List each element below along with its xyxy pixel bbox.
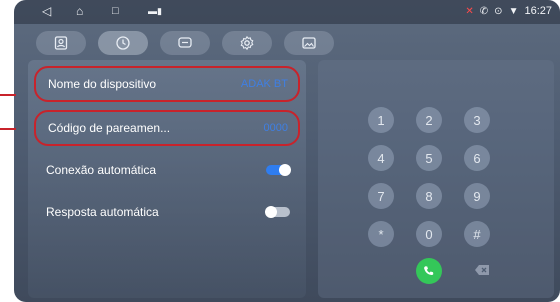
home-nav-icon[interactable]: ⌂	[76, 4, 83, 18]
key-0[interactable]: 0	[416, 221, 442, 247]
tab-settings[interactable]	[222, 31, 272, 55]
clock-icon	[116, 36, 130, 50]
back-nav-icon[interactable]: ◁	[42, 4, 51, 18]
image-icon	[302, 37, 316, 49]
chat-icon	[178, 37, 192, 48]
car-screen: ◁ ⌂ □ ▬▮ ✕ ✆ ⊙ ▼ 16:27 Nome do dispositi…	[14, 0, 560, 302]
key-9[interactable]: 9	[464, 183, 490, 209]
key-star[interactable]: *	[368, 221, 394, 247]
auto-answer-label: Resposta automática	[46, 205, 159, 219]
key-2[interactable]: 2	[416, 107, 442, 133]
location-icon: ⊙	[494, 5, 503, 17]
auto-answer-row[interactable]: Resposta automática	[34, 194, 300, 230]
auto-connect-toggle[interactable]	[266, 164, 291, 176]
notification-icon: ▬▮	[148, 6, 162, 16]
key-3[interactable]: 3	[464, 107, 490, 133]
device-name-row[interactable]: Nome do dispositivo ADAK BT	[34, 66, 300, 102]
tab-recent-calls[interactable]	[98, 31, 148, 55]
status-bar: ◁ ⌂ □ ▬▮ ✕ ✆ ⊙ ▼ 16:27	[14, 0, 560, 24]
contacts-icon	[54, 36, 68, 50]
toggle-knob	[279, 164, 291, 176]
device-name-value[interactable]: ADAK BT	[241, 78, 288, 90]
phone-status-icon: ✆	[479, 5, 489, 17]
key-5[interactable]: 5	[416, 145, 442, 171]
key-1[interactable]: 1	[368, 107, 394, 133]
gear-icon	[240, 35, 254, 51]
wifi-icon: ▼	[508, 5, 519, 17]
toggle-knob	[265, 206, 277, 218]
phone-icon	[424, 266, 434, 275]
pairing-code-row[interactable]: Código de pareamen... 0000	[34, 110, 300, 146]
clock-time: 16:27	[524, 5, 552, 17]
key-6[interactable]: 6	[464, 145, 490, 171]
pairing-code-value[interactable]: 0000	[264, 122, 288, 134]
key-8[interactable]: 8	[416, 183, 442, 209]
callout-pointer-pairing-code	[0, 128, 16, 130]
key-hash[interactable]: #	[464, 221, 490, 247]
status-indicators: ✕ ✆ ⊙ ▼ 16:27	[465, 5, 552, 17]
tab-media[interactable]	[284, 31, 334, 55]
tab-bar	[36, 31, 334, 55]
callout-pointer-device-name	[0, 94, 16, 96]
tab-contacts[interactable]	[36, 31, 86, 55]
no-signal-icon: ✕	[465, 5, 474, 17]
bluetooth-settings-panel: Nome do dispositivo ADAK BT Código de pa…	[28, 60, 306, 298]
key-4[interactable]: 4	[368, 145, 394, 171]
auto-answer-toggle[interactable]	[265, 206, 290, 218]
call-button[interactable]	[416, 258, 442, 284]
recents-nav-icon[interactable]: □	[112, 4, 119, 18]
auto-connect-label: Conexão automática	[46, 163, 157, 177]
pairing-code-label: Código de pareamen...	[48, 121, 171, 135]
backspace-icon[interactable]	[474, 264, 490, 276]
key-7[interactable]: 7	[368, 183, 394, 209]
device-name-label: Nome do dispositivo	[48, 77, 157, 91]
auto-connect-row[interactable]: Conexão automática	[34, 152, 300, 188]
tab-messages[interactable]	[160, 31, 210, 55]
dial-keypad: 1 2 3 4 5 6 7 8 9 * 0 #	[318, 60, 554, 298]
